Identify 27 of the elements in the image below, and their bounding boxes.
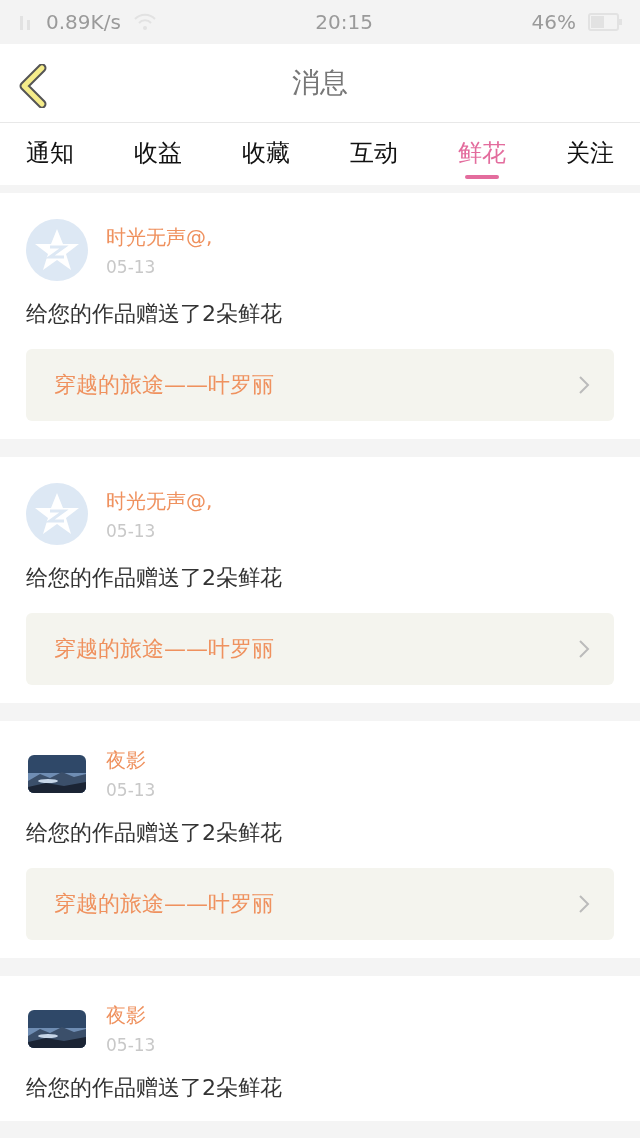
avatar-icon bbox=[26, 483, 88, 545]
chevron-right-icon bbox=[578, 894, 590, 914]
back-icon[interactable] bbox=[18, 64, 48, 108]
network-speed: 0.89K/s bbox=[46, 10, 121, 34]
tab[interactable]: 互动 bbox=[350, 123, 398, 185]
tab[interactable]: 鲜花 bbox=[458, 123, 506, 185]
message-text: 给您的作品赠送了2朵鲜花 bbox=[26, 1074, 283, 1102]
chevron-right-icon bbox=[578, 639, 590, 659]
message-text: 给您的作品赠送了2朵鲜花 bbox=[26, 300, 283, 328]
chevron-right-icon bbox=[578, 375, 590, 395]
tab[interactable]: 收益 bbox=[134, 123, 182, 185]
user-name[interactable]: 时光无声@, bbox=[106, 223, 213, 251]
page-title: 消息 bbox=[292, 65, 348, 101]
tab[interactable]: 收藏 bbox=[242, 123, 290, 185]
work-link[interactable]: 穿越的旅途——叶罗丽 bbox=[26, 349, 614, 421]
user-name[interactable]: 夜影 bbox=[106, 747, 156, 774]
battery-level: 46% bbox=[531, 10, 576, 34]
work-link[interactable]: 穿越的旅途——叶罗丽 bbox=[26, 613, 614, 685]
work-link[interactable]: 穿越的旅途——叶罗丽 bbox=[26, 868, 614, 940]
user-name[interactable]: 时光无声@, bbox=[106, 487, 213, 515]
message-text: 给您的作品赠送了2朵鲜花 bbox=[26, 819, 283, 847]
message-text: 给您的作品赠送了2朵鲜花 bbox=[26, 564, 283, 592]
avatar-icon bbox=[26, 219, 88, 281]
user-name[interactable]: 夜影 bbox=[106, 1002, 156, 1029]
clock: 20:15 bbox=[315, 10, 373, 34]
tab[interactable]: 关注 bbox=[566, 123, 614, 185]
tab[interactable]: 通知 bbox=[26, 123, 74, 185]
